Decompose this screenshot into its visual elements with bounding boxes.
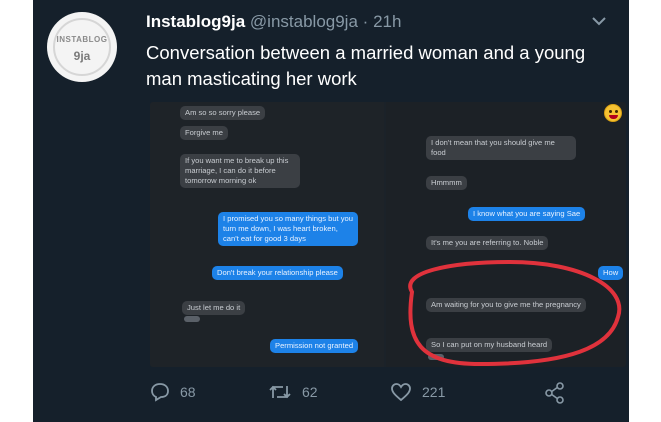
grinning-face-emoji-icon [604, 104, 622, 122]
like-action[interactable]: 221 [390, 382, 445, 402]
retweet-action[interactable]: 62 [268, 382, 318, 402]
chat-bubble-outgoing: I know what you are saying Sae [468, 207, 586, 221]
chat-bubble-outgoing: I promised you so many things but you tu… [218, 212, 358, 246]
avatar[interactable]: INSTABLOG 9ja [47, 12, 117, 82]
user-handle[interactable]: @instablog9ja [250, 12, 358, 31]
reply-icon[interactable] [150, 382, 170, 402]
avatar-logo-mark: 9ja [73, 49, 91, 63]
chat-bubble-outgoing: Permission not granted [270, 339, 359, 353]
chat-bubble-incoming: It's me you are referring to. Noble [426, 236, 549, 250]
chat-bubble-outgoing: Don't break your relationship please [212, 266, 343, 280]
chat-bubble-incoming: I don't mean that you should give me foo… [426, 136, 576, 160]
share-icon[interactable] [544, 382, 566, 404]
chat-bubble-incoming: So I can put on my husband heard [426, 338, 553, 352]
tweet-actions: 68 62 221 [150, 378, 610, 408]
display-name[interactable]: Instablog9ja [146, 12, 245, 31]
reply-count: 68 [180, 384, 196, 400]
tweet-header: Instablog9ja @instablog9ja · 21h [146, 12, 401, 32]
read-receipt-icon [428, 354, 444, 360]
chat-bubble-incoming: Am waiting for you to give me the pregna… [426, 298, 586, 312]
chat-bubble-incoming: If you want me to break up this marriage… [180, 154, 300, 188]
avatar-logo-text: INSTABLOG [56, 35, 108, 44]
tweet-media-image[interactable]: Am so so sorry please Forgive me If you … [150, 102, 626, 367]
heart-icon[interactable] [390, 382, 412, 402]
read-receipt-icon [184, 316, 200, 322]
tweet-text: Conversation between a married woman and… [146, 42, 586, 89]
chat-bubble-incoming: Hmmmm [426, 176, 467, 190]
chat-bubble-incoming: Forgive me [180, 126, 228, 140]
chat-screenshot-left: Am so so sorry please Forgive me If you … [150, 102, 384, 367]
reply-action[interactable]: 68 [150, 382, 196, 402]
chat-bubble-incoming: Am so so sorry please [180, 106, 266, 120]
chat-bubble-outgoing: How [598, 266, 624, 280]
chat-screenshot-right: I don't mean that you should give me foo… [386, 102, 626, 367]
retweet-count: 62 [302, 384, 318, 400]
timestamp[interactable]: 21h [373, 12, 401, 31]
retweet-icon[interactable] [268, 382, 292, 402]
chat-bubble-incoming: Just let me do it [182, 301, 246, 315]
avatar-ring [53, 18, 111, 76]
tweet-card[interactable]: INSTABLOG 9ja Instablog9ja @instablog9ja… [33, 0, 629, 422]
like-count: 221 [422, 384, 446, 400]
separator-dot: · [362, 12, 369, 31]
chevron-down-icon[interactable] [591, 13, 607, 31]
share-action[interactable] [544, 382, 566, 404]
